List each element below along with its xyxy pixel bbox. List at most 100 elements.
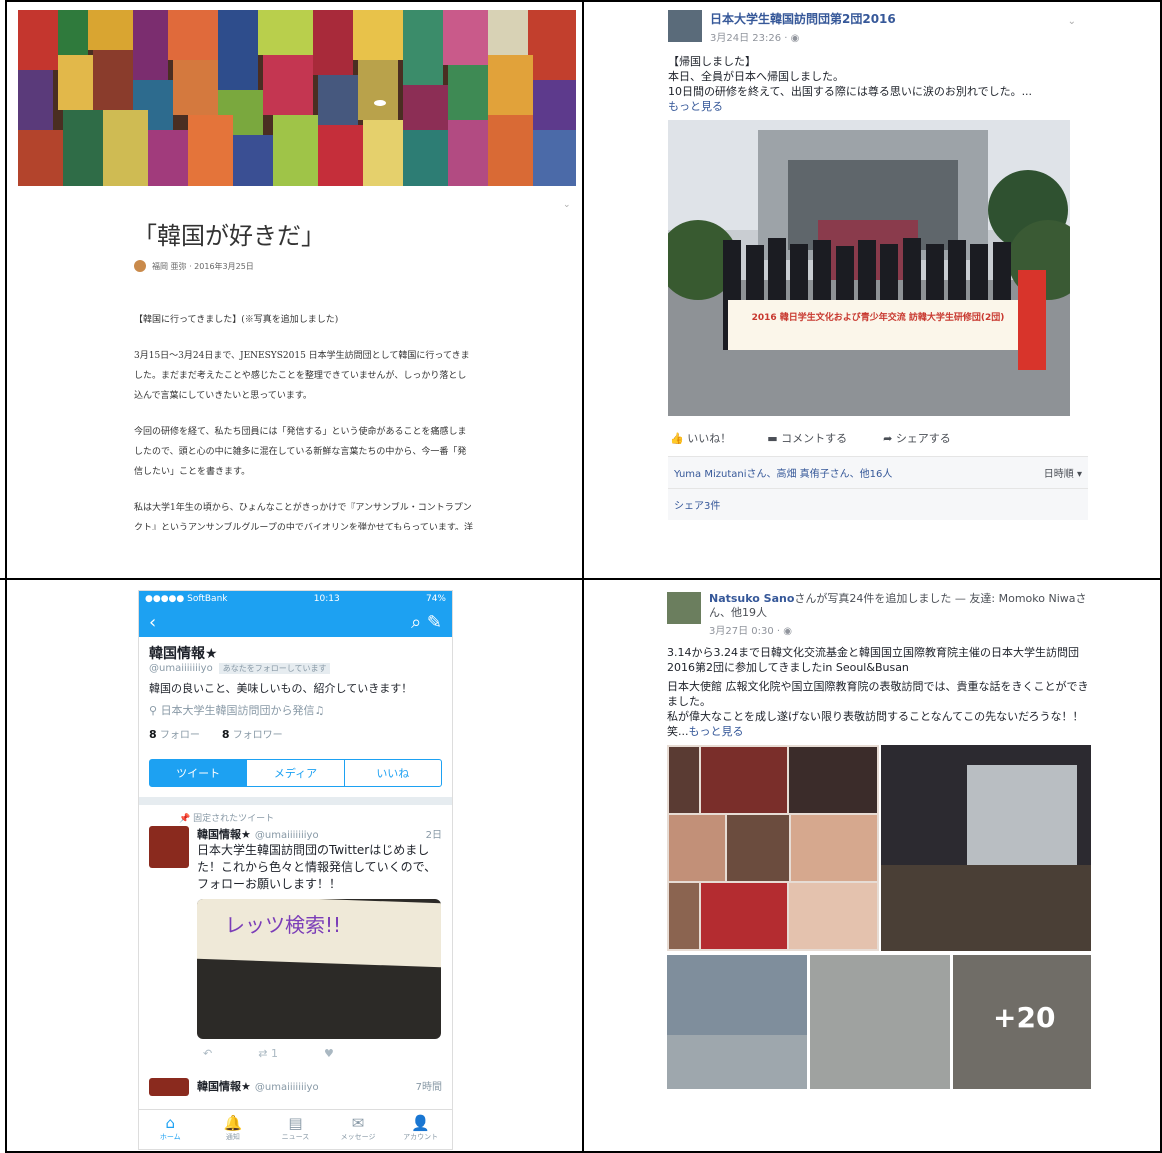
- blog-body: 【韓国に行ってきました】(※写真を追加しました) 3月15日〜3月24日まで、J…: [134, 310, 474, 530]
- profile-name: 韓国情報★: [149, 646, 218, 662]
- group-photo[interactable]: 2016 韓日学生文化および青少年交流 訪韓大学生研修団(2団): [668, 120, 1070, 416]
- user-avatar[interactable]: [667, 592, 701, 624]
- tweet-time: 2日: [425, 830, 442, 841]
- blog-paragraph: 【韓国に行ってきました】(※写真を追加しました): [134, 315, 339, 325]
- album-time: 3月27日 0:30 · ◉: [709, 626, 792, 637]
- more-photos-count[interactable]: +20: [993, 1001, 1055, 1034]
- tweet-header: 韓国情報★ @umaiiiiiiiyo 2日: [197, 828, 442, 841]
- search-icon[interactable]: ⌕: [411, 612, 421, 633]
- tab-tweets[interactable]: ツイート: [150, 760, 248, 786]
- author-avatar[interactable]: [134, 260, 146, 272]
- nav-bar: ‹ ⌕ ✎: [139, 607, 452, 637]
- followers-count[interactable]: 8 フォロワー: [222, 726, 283, 741]
- section-separator: [139, 797, 452, 805]
- back-icon[interactable]: ‹: [149, 612, 156, 633]
- shares-count[interactable]: シェア3件: [668, 488, 1088, 520]
- album-paragraph: 私が偉大なことを成し遂げない限り表敬訪問することなんてこの先ないだろうな！！笑.…: [667, 710, 1084, 738]
- home-icon: ⌂: [165, 1114, 176, 1132]
- post-line: 【帰国しました】: [668, 55, 756, 68]
- pinned-label: 📌 固定されたツイート: [179, 814, 275, 824]
- retweet-icon[interactable]: ⇄ 1: [258, 1047, 278, 1060]
- album-text: 3.14から3.24まで日韓文化交流基金と韓国国立国際教育院主催の日本大学生訪問…: [667, 645, 1095, 739]
- share-button[interactable]: ➦ シェアする: [883, 430, 951, 446]
- follow-counts: 8 フォロー 8 フォロワー: [149, 726, 442, 741]
- blog-byline: 福岡 亜弥 · 2016年3月25日: [134, 260, 254, 272]
- battery: 74%: [425, 594, 446, 604]
- share-icon: ➦: [883, 432, 896, 445]
- likers-text[interactable]: Yuma Mizutaniさん、高畑 真侑子さん、他16人: [674, 465, 892, 480]
- blog-paragraph: 今回の研修を経て、私たち団員には「発信する」という使命があることを痛感しましたの…: [134, 427, 467, 477]
- reply-icon[interactable]: ↶: [203, 1047, 212, 1060]
- tweet-time: 7時間: [415, 1082, 442, 1093]
- album-paragraph: 3.14から3.24まで日韓文化交流基金と韓国国立国際教育院主催の日本大学生訪問…: [667, 646, 1079, 674]
- see-more-link[interactable]: もっと見る: [668, 99, 1088, 114]
- thumbs-up-icon: 👍: [670, 432, 688, 445]
- profile-handle: @umaiiiiiiiyo あなたをフォローしています: [149, 663, 442, 674]
- banner-text: 2016 韓日学生文化および青少年交流 訪韓大学生研修団(2団): [751, 313, 1005, 323]
- likes-summary: Yuma Mizutaniさん、高畑 真侑子さん、他16人 日時順 ▾: [668, 456, 1088, 488]
- blog-paragraph: 3月15日〜3月24日まで、JENESYS2015 日本学生訪問団として韓国に行…: [134, 351, 470, 401]
- comment-button[interactable]: ▬ コメントする: [767, 430, 847, 446]
- globe-icon: ◉: [790, 33, 800, 44]
- header-quilt-image: [18, 10, 576, 186]
- profile-bio: 韓国の良いこと、美味しいもの、紹介していきます！: [149, 682, 413, 695]
- tab-likes[interactable]: いいね: [345, 760, 441, 786]
- page-name[interactable]: 日本大学生韓国訪問団第2団2016: [710, 10, 896, 27]
- tab-news[interactable]: ▤ ニュース: [264, 1110, 327, 1149]
- tweet-actions: ↶ ⇄ 1 ♥: [197, 1047, 442, 1060]
- heart-icon[interactable]: ♥: [324, 1047, 334, 1060]
- tab-home[interactable]: ⌂ ホーム: [139, 1110, 202, 1149]
- news-icon: ▤: [288, 1114, 303, 1132]
- tab-notifications[interactable]: 🔔 通知: [202, 1110, 265, 1149]
- tab-account[interactable]: 👤 アカウント: [389, 1110, 452, 1149]
- clock: 10:13: [313, 594, 340, 604]
- bell-icon: 🔔: [223, 1114, 243, 1132]
- post-actions: 👍 いいね！ ▬ コメントする ➦ シェアする: [668, 430, 1088, 446]
- compose-icon[interactable]: ✎: [427, 612, 442, 633]
- album-header: Natsuko Sanoさんが写真24件を追加しました — 友達: Momoko…: [667, 592, 1095, 637]
- sort-dropdown[interactable]: 日時順 ▾: [1044, 465, 1082, 480]
- comment-icon: ▬: [767, 432, 782, 445]
- profile-location: ⚲ 日本大学生韓国訪問団から発信♫: [149, 704, 325, 717]
- blog-title: 「韓国が好きだ」: [133, 222, 325, 250]
- post-line: 10日間の研修を終えて、出国する際には尊る思いに涙のお別れでした。...: [668, 85, 1033, 98]
- globe-icon: ◉: [783, 626, 792, 637]
- chevron-down-icon[interactable]: ⌄: [563, 200, 571, 210]
- post-header: 日本大学生韓国訪問団第2団2016 3月24日 23:26 · ◉: [668, 10, 1088, 44]
- user-icon: 👤: [411, 1114, 431, 1132]
- tweet[interactable]: 韓国情報★ @umaiiiiiiiyo 7時間: [139, 1076, 452, 1098]
- status-bar: ●●●●● SoftBank 10:13 74%: [139, 591, 452, 607]
- divider-vertical: [582, 0, 584, 1153]
- album-header-text: Natsuko Sanoさんが写真24件を追加しました — 友達: Momoko…: [709, 592, 1087, 619]
- album-paragraph: 日本大使館 広報文化院や国立国際教育院の表敬訪問では、貴重な話をきくことができま…: [667, 680, 1089, 708]
- blog-panel: ⌄ 「韓国が好きだ」 福岡 亜弥 · 2016年3月25日 【韓国に行ってきまし…: [18, 10, 578, 530]
- like-button[interactable]: 👍 いいね！: [670, 430, 731, 446]
- chevron-down-icon[interactable]: ⌄: [1068, 16, 1076, 27]
- tweet-avatar[interactable]: [149, 826, 189, 868]
- post-line: 本日、全員が日本へ帰国しました。: [668, 70, 844, 83]
- see-more-link[interactable]: もっと見る: [689, 725, 744, 738]
- divider-horizontal: [0, 578, 1162, 580]
- facebook-album-panel: Natsuko Sanoさんが写真24件を追加しました — 友達: Momoko…: [667, 592, 1095, 1112]
- profile-section: 韓国情報★ @umaiiiiiiiyo あなたをフォローしています 韓国の良いこと…: [139, 637, 452, 747]
- twitter-profile-panel: ●●●●● SoftBank 10:13 74% ‹ ⌕ ✎ 韓国情報★ @um…: [138, 590, 453, 1150]
- profile-tabs: ツイート メディア いいね: [149, 759, 442, 787]
- tweet-avatar[interactable]: [149, 1078, 189, 1096]
- follows-you-badge: あなたをフォローしています: [218, 663, 331, 674]
- facebook-post-panel: ⌄ 日本大学生韓国訪問団第2団2016 3月24日 23:26 · ◉ 【帰国し…: [668, 10, 1088, 530]
- post-text: 【帰国しました】 本日、全員が日本へ帰国しました。 10日間の研修を終えて、出国…: [668, 54, 1088, 114]
- tweet-header: 韓国情報★ @umaiiiiiiiyo 7時間: [197, 1080, 442, 1093]
- carrier: ●●●●● SoftBank: [145, 594, 228, 604]
- envelope-icon: ✉: [351, 1114, 365, 1132]
- post-time: 3月24日 23:26 · ◉: [710, 33, 800, 44]
- photo-gallery: +20: [667, 745, 1091, 1089]
- tab-media[interactable]: メディア: [247, 760, 345, 786]
- pin-icon: 📌: [179, 814, 194, 824]
- bottom-tab-bar: ⌂ ホーム 🔔 通知 ▤ ニュース ✉ メッセージ 👤 アカウント: [139, 1109, 452, 1149]
- image-caption: レッツ検索!!: [225, 913, 342, 937]
- tweet[interactable]: 韓国情報★ @umaiiiiiiiyo 2日 日本大学生韓国訪問団のTwitterは…: [139, 824, 452, 1062]
- following-count[interactable]: 8 フォロー: [149, 726, 200, 741]
- tab-messages[interactable]: ✉ メッセージ: [327, 1110, 390, 1149]
- tweet-image[interactable]: レッツ検索!!: [197, 899, 441, 1039]
- page-avatar[interactable]: [668, 10, 702, 42]
